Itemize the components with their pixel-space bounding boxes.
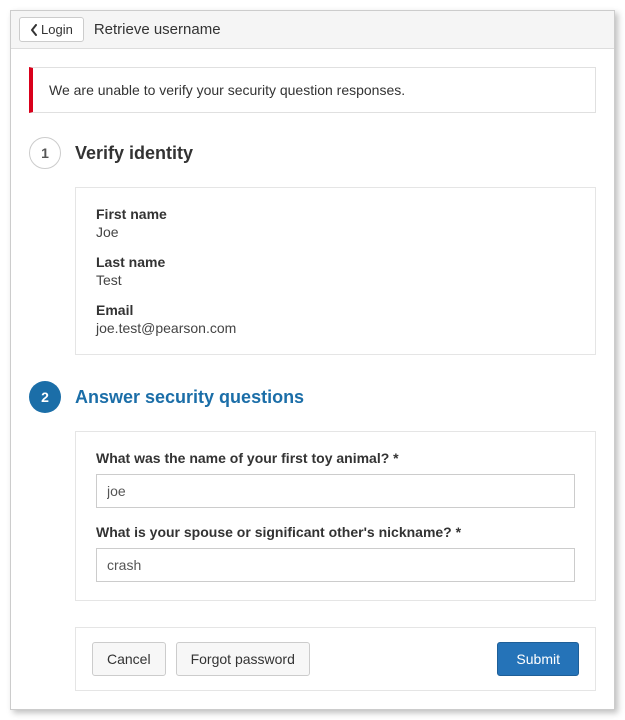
- question-2-input[interactable]: [96, 548, 575, 582]
- back-to-login-button[interactable]: Login: [19, 17, 84, 42]
- email-label: Email: [96, 302, 575, 318]
- step-2-number: 2: [29, 381, 61, 413]
- step-1-header: 1 Verify identity: [29, 137, 596, 169]
- cancel-button[interactable]: Cancel: [92, 642, 166, 676]
- step-1-number: 1: [29, 137, 61, 169]
- panel-body: We are unable to verify your security qu…: [11, 49, 614, 709]
- first-name-block: First name Joe: [96, 206, 575, 240]
- question-2-label: What is your spouse or significant other…: [96, 524, 575, 540]
- step-2-header: 2 Answer security questions: [29, 381, 596, 413]
- submit-button[interactable]: Submit: [497, 642, 579, 676]
- question-1-block: What was the name of your first toy anim…: [96, 450, 575, 508]
- identity-card: First name Joe Last name Test Email joe.…: [75, 187, 596, 355]
- page-title: Retrieve username: [94, 21, 221, 38]
- forgot-password-button[interactable]: Forgot password: [176, 642, 310, 676]
- first-name-value: Joe: [96, 224, 575, 240]
- back-button-label: Login: [41, 22, 73, 37]
- step-1-content: First name Joe Last name Test Email joe.…: [75, 187, 596, 355]
- error-message: We are unable to verify your security qu…: [49, 82, 405, 98]
- first-name-label: First name: [96, 206, 575, 222]
- step-1-title: Verify identity: [75, 143, 193, 164]
- email-value: joe.test@pearson.com: [96, 320, 575, 336]
- last-name-label: Last name: [96, 254, 575, 270]
- question-1-label: What was the name of your first toy anim…: [96, 450, 575, 466]
- actions-row: Cancel Forgot password Submit: [75, 627, 596, 691]
- step-2-content: What was the name of your first toy anim…: [75, 431, 596, 601]
- email-block: Email joe.test@pearson.com: [96, 302, 575, 336]
- step-2-title: Answer security questions: [75, 387, 304, 408]
- last-name-value: Test: [96, 272, 575, 288]
- retrieve-username-panel: Login Retrieve username We are unable to…: [10, 10, 615, 710]
- question-1-input[interactable]: [96, 474, 575, 508]
- actions-card: Cancel Forgot password Submit: [75, 627, 596, 691]
- panel-header: Login Retrieve username: [11, 11, 614, 49]
- security-questions-card: What was the name of your first toy anim…: [75, 431, 596, 601]
- last-name-block: Last name Test: [96, 254, 575, 288]
- chevron-left-icon: [30, 24, 38, 36]
- error-alert: We are unable to verify your security qu…: [29, 67, 596, 113]
- question-2-block: What is your spouse or significant other…: [96, 524, 575, 582]
